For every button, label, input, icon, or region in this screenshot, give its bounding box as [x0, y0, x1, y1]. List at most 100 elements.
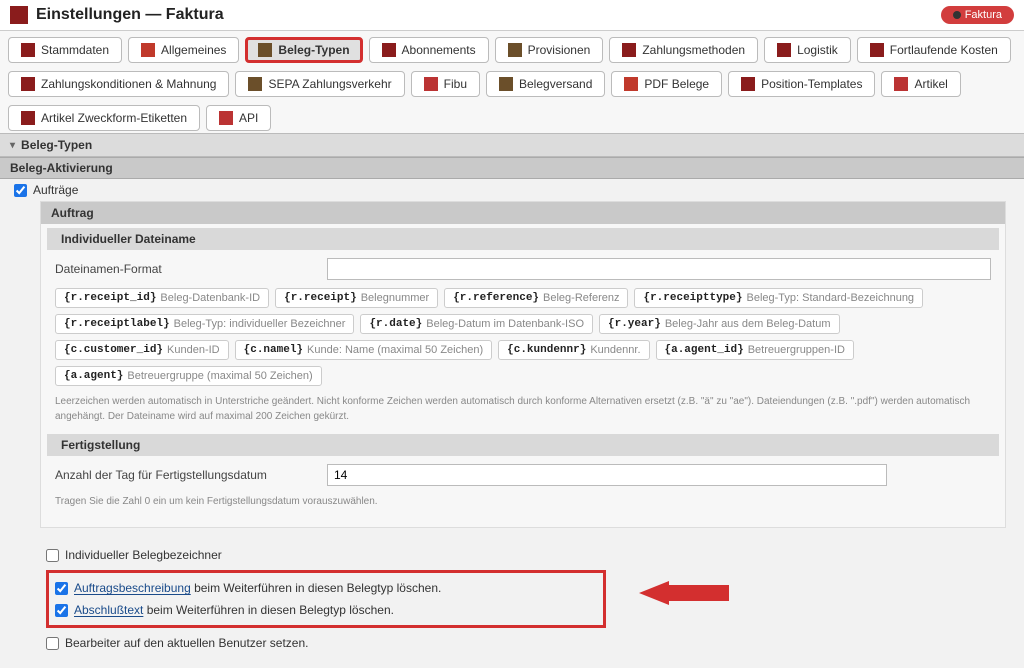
tab-provisionen[interactable]: Provisionen [495, 37, 604, 63]
app-icon [10, 6, 28, 24]
arrow-icon [639, 581, 729, 605]
tab-fibu[interactable]: Fibu [411, 71, 480, 97]
tab-fortlaufende-kosten[interactable]: Fortlaufende Kosten [857, 37, 1011, 63]
label-auftragsbeschreibung-suffix: beim Weiterführen in diesen Belegtyp lös… [191, 581, 442, 595]
chevron-down-icon: ▾ [10, 140, 15, 151]
tab-sepa-zahlungsverkehr[interactable]: SEPA Zahlungsverkehr [235, 71, 404, 97]
section-beleg-typen[interactable]: ▾ Beleg-Typen [0, 133, 1024, 157]
token-code: {r.receipttype} [643, 292, 742, 304]
token-code: {r.date} [369, 318, 422, 330]
tab-label: Artikel [914, 77, 947, 91]
token-desc: Belegnummer [361, 292, 429, 304]
checkbox-auftragsbeschreibung-loeschen[interactable] [55, 582, 68, 595]
tab-label: Position-Templates [761, 77, 862, 91]
token-desc: Beleg-Referenz [543, 292, 619, 304]
tab-icon [499, 77, 513, 91]
checkbox-abschlusstext-loeschen[interactable] [55, 604, 68, 617]
token[interactable]: {r.receiptlabel}Beleg-Typ: individueller… [55, 314, 354, 334]
section-label: Beleg-Typen [21, 138, 92, 152]
tab-label: SEPA Zahlungsverkehr [268, 77, 391, 91]
tab-artikel-zweckform-etiketten[interactable]: Artikel Zweckform-Etiketten [8, 105, 200, 131]
token[interactable]: {r.date}Beleg-Datum im Datenbank-ISO [360, 314, 593, 334]
checkbox-indiv-belegbezeichner[interactable] [46, 549, 59, 562]
tab-label: Provisionen [528, 43, 591, 57]
highlight-box: Auftragsbeschreibung beim Weiterführen i… [46, 570, 606, 628]
tab-label: Artikel Zweckform-Etiketten [41, 111, 187, 125]
link-auftragsbeschreibung[interactable]: Auftragsbeschreibung [74, 581, 191, 595]
tab-icon [382, 43, 396, 57]
token-code: {r.receipt} [284, 292, 357, 304]
tab-abonnements[interactable]: Abonnements [369, 37, 489, 63]
tab-belegversand[interactable]: Belegversand [486, 71, 605, 97]
label-fertigstellung: Anzahl der Tag für Fertigstellungsdatum [55, 468, 315, 482]
token[interactable]: {r.receipt} Belegnummer [275, 288, 438, 308]
tab-label: Allgemeines [161, 43, 226, 57]
token[interactable]: {r.reference} Beleg-Referenz [444, 288, 628, 308]
token-desc: Betreuergruppen-ID [748, 344, 845, 356]
token[interactable]: {r.receipt_id} Beleg-Datenbank-ID [55, 288, 269, 308]
tab-api[interactable]: API [206, 105, 271, 131]
label-auftraege: Aufträge [33, 183, 78, 197]
tab-allgemeines[interactable]: Allgemeines [128, 37, 239, 63]
checkbox-auftraege[interactable] [14, 184, 27, 197]
checkbox-bearbeiter-setzen[interactable] [46, 637, 59, 650]
label-bearbeiter-setzen: Bearbeiter auf den aktuellen Benutzer se… [65, 636, 309, 650]
token-code: {r.receipt_id} [64, 292, 156, 304]
tab-zahlungskonditionen-mahnung[interactable]: Zahlungskonditionen & Mahnung [8, 71, 229, 97]
token-desc: Beleg-Datenbank-ID [160, 292, 260, 304]
tab-icon [141, 43, 155, 57]
tab-zahlungsmethoden[interactable]: Zahlungsmethoden [609, 37, 758, 63]
row-indiv-belegbezeichner[interactable]: Individueller Belegbezeichner [46, 544, 1004, 566]
token[interactable]: {c.namel}Kunde: Name (maximal 50 Zeichen… [235, 340, 493, 360]
token-list: {r.receipt_id}Beleg-Datenbank-ID{r.recei… [55, 288, 991, 386]
tab-label: API [239, 111, 258, 125]
row-auftraege[interactable]: Aufträge [0, 179, 1024, 201]
link-abschlusstext[interactable]: Abschlußtext [74, 603, 143, 617]
tab-pdf-belege[interactable]: PDF Belege [611, 71, 722, 97]
tab-label: Zahlungsmethoden [642, 43, 745, 57]
token-desc: Kunden-ID [167, 344, 220, 356]
tab-icon [624, 77, 638, 91]
tab-logistik[interactable]: Logistik [764, 37, 851, 63]
panel-fertigstellung-title: Fertigstellung [47, 434, 999, 456]
faktura-badge[interactable]: Faktura [941, 6, 1014, 24]
tab-stammdaten[interactable]: Stammdaten [8, 37, 122, 63]
tab-icon [870, 43, 884, 57]
label-abschlusstext-suffix: beim Weiterführen in diesen Belegtyp lös… [143, 603, 394, 617]
token-code: {a.agent_id} [665, 344, 744, 356]
tab-icon [258, 43, 272, 57]
token[interactable]: {c.kundennr}Kundennr. [498, 340, 649, 360]
lower-checks: Individueller Belegbezeichner Auftragsbe… [0, 538, 1024, 664]
token[interactable]: {r.receipttype}Beleg-Typ: Standard-Bezei… [634, 288, 923, 308]
row-bearbeiter-setzen[interactable]: Bearbeiter auf den aktuellen Benutzer se… [46, 632, 1004, 654]
token-desc: Kunde: Name (maximal 50 Zeichen) [307, 344, 483, 356]
tab-icon [894, 77, 908, 91]
tab-beleg-typen[interactable]: Beleg-Typen [245, 37, 362, 63]
faktura-badge-label: Faktura [965, 9, 1002, 21]
tab-position-templates[interactable]: Position-Templates [728, 71, 875, 97]
tab-icon [248, 77, 262, 91]
token-code: {c.kundennr} [507, 344, 586, 356]
tab-icon [424, 77, 438, 91]
tab-label: Stammdaten [41, 43, 109, 57]
token[interactable]: {a.agent_id} Betreuergruppen-ID [656, 340, 854, 360]
token-code: {r.year} [608, 318, 661, 330]
row-abschlusstext-loeschen[interactable]: Abschlußtext beim Weiterführen in diesen… [55, 599, 597, 621]
token-desc: Betreuergruppe (maximal 50 Zeichen) [127, 370, 312, 382]
hint-filename: Leerzeichen werden automatisch in Unters… [55, 394, 991, 424]
panel-auftrag-title: Auftrag [41, 202, 1005, 224]
input-dateinamen-format[interactable] [327, 258, 991, 280]
tab-label: Beleg-Typen [278, 43, 349, 57]
tab-icon [21, 43, 35, 57]
tab-icon [508, 43, 522, 57]
tab-artikel[interactable]: Artikel [881, 71, 960, 97]
panel-filename-title: Individueller Dateiname [47, 228, 999, 250]
input-fertigstellung[interactable] [327, 464, 887, 486]
token[interactable]: {r.year}Beleg-Jahr aus dem Beleg-Datum [599, 314, 840, 334]
row-auftragsbeschreibung-loeschen[interactable]: Auftragsbeschreibung beim Weiterführen i… [55, 577, 597, 599]
tab-icon [777, 43, 791, 57]
token[interactable]: {c.customer_id}Kunden-ID [55, 340, 229, 360]
token-code: {r.reference} [453, 292, 539, 304]
token[interactable]: {a.agent}Betreuergruppe (maximal 50 Zeic… [55, 366, 322, 386]
tabs-row-1: Stammdaten Allgemeines Beleg-Typen Abonneme… [0, 31, 1024, 65]
